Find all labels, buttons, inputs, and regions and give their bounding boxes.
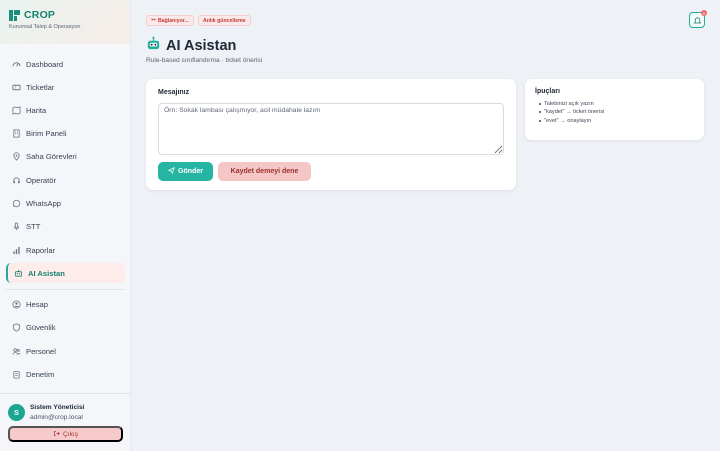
- sidebar-item-birim-paneli[interactable]: Birim Paneli: [6, 123, 125, 143]
- whatsapp-icon: [12, 199, 21, 208]
- logout-button[interactable]: Çıkış: [8, 426, 123, 442]
- sidebar-item-label: STT: [26, 221, 41, 231]
- gauge-icon: [12, 60, 21, 69]
- sidebar-item-dashboard[interactable]: Dashboard: [6, 54, 125, 74]
- paper-plane-icon: [167, 166, 175, 176]
- connecting-badge: Bağlanıyor...: [146, 15, 194, 26]
- main-content: Bağlanıyor... Anlık güncelleme 0 AI Asis…: [131, 0, 720, 451]
- nav-divider: [6, 289, 125, 290]
- bell-icon: [693, 13, 702, 28]
- list-item: "kaydet" → ticket önerisi: [539, 108, 604, 116]
- page-title: AI Asistan: [166, 38, 237, 54]
- sidebar-item-label: Operatör: [26, 175, 56, 185]
- headset-icon: [12, 176, 21, 185]
- link-icon: [151, 17, 156, 24]
- brand-header: CROP Kurumsal Talep & Operasyon: [0, 0, 130, 44]
- avatar: S: [8, 404, 25, 421]
- user-email: admin@crop.local: [30, 414, 83, 421]
- tips-list: Talebinizi açık yazın "kaydet" → ticket …: [539, 100, 604, 125]
- building-icon: [12, 128, 21, 138]
- sidebar-item-harita[interactable]: Harita: [6, 100, 125, 120]
- sidebar-item-operator[interactable]: Operatör: [6, 170, 125, 190]
- robot-icon: [146, 36, 161, 56]
- clipboard-icon: [12, 370, 21, 379]
- microphone-icon: [12, 221, 21, 231]
- user-circle-icon: [12, 299, 21, 309]
- user-panel: S Sistem Yöneticisi admin@crop.local Çık…: [0, 393, 131, 451]
- crop-logo-icon: [9, 9, 20, 21]
- sidebar-item-label: Güvenlik: [26, 322, 56, 332]
- sidebar-item-label: AI Asistan: [28, 268, 65, 278]
- sidebar-item-label: Personel: [26, 346, 56, 356]
- brand-subtitle: Kurumsal Talep & Operasyon: [9, 24, 81, 30]
- logout-label: Çıkış: [62, 430, 79, 438]
- live-update-badge: Anlık güncelleme: [198, 15, 251, 26]
- sidebar-item-ai-asistan[interactable]: AI Asistan: [6, 263, 125, 283]
- sidebar-item-label: Birim Paneli: [26, 128, 67, 138]
- location-pin-icon: [12, 151, 21, 161]
- sidebar-item-label: Hesap: [26, 299, 48, 309]
- page-subtitle: Rule-based sınıflandırma · ticket öneris…: [146, 57, 263, 64]
- sidebar-item-label: WhatsApp: [26, 198, 62, 208]
- map-icon: [12, 105, 21, 115]
- sidebar-item-guvenlik[interactable]: Güvenlik: [6, 317, 125, 337]
- sidebar-item-ticketlar[interactable]: Ticketlar: [6, 77, 125, 97]
- message-card: Mesajınız Gönder Kaydet demeyi dene: [146, 79, 516, 190]
- sidebar-item-stt[interactable]: STT: [6, 216, 125, 236]
- sidebar-item-personel[interactable]: Personel: [6, 341, 125, 361]
- robot-icon: [14, 269, 23, 278]
- page-header: AI Asistan: [146, 36, 236, 56]
- sidebar-item-saha-gorevleri[interactable]: Saha Görevleri: [6, 146, 125, 166]
- sidebar-item-label: Ticketlar: [26, 82, 55, 92]
- users-icon: [12, 347, 21, 356]
- shield-icon: [12, 322, 21, 332]
- message-input[interactable]: [158, 103, 504, 155]
- try-save-demo-button[interactable]: Kaydet demeyi dene: [218, 162, 311, 181]
- brand-name: CROP: [24, 9, 56, 21]
- bar-chart-icon: [12, 246, 21, 255]
- message-label: Mesajınız: [158, 89, 190, 96]
- sidebar-item-label: Dashboard: [26, 59, 64, 69]
- sidebar-item-label: Raporlar: [26, 245, 56, 255]
- send-button[interactable]: Gönder: [158, 162, 213, 181]
- ticket-icon: [12, 83, 21, 92]
- notifications-button[interactable]: 0: [689, 10, 707, 28]
- tips-title: İpuçları: [535, 88, 560, 95]
- sidebar-item-label: Harita: [26, 105, 47, 115]
- sidebar-item-denetim[interactable]: Denetim: [6, 364, 125, 384]
- notification-count-badge: 0: [701, 10, 707, 16]
- sidebar-item-whatsapp[interactable]: WhatsApp: [6, 193, 125, 213]
- tips-card: İpuçları Talebinizi açık yazın "kaydet" …: [525, 79, 704, 140]
- user-name: Sistem Yöneticisi: [30, 404, 85, 411]
- sidebar-item-label: Saha Görevleri: [26, 151, 77, 161]
- sidebar: CROP Kurumsal Talep & Operasyon Dashboar…: [0, 0, 131, 451]
- sidebar-item-label: Denetim: [26, 369, 55, 379]
- logout-icon: [53, 430, 60, 439]
- sidebar-item-hesap[interactable]: Hesap: [6, 294, 125, 314]
- list-item: Talebinizi açık yazın: [539, 100, 604, 108]
- list-item: "evet" → onaylayın: [539, 117, 604, 125]
- sidebar-item-raporlar[interactable]: Raporlar: [6, 240, 125, 260]
